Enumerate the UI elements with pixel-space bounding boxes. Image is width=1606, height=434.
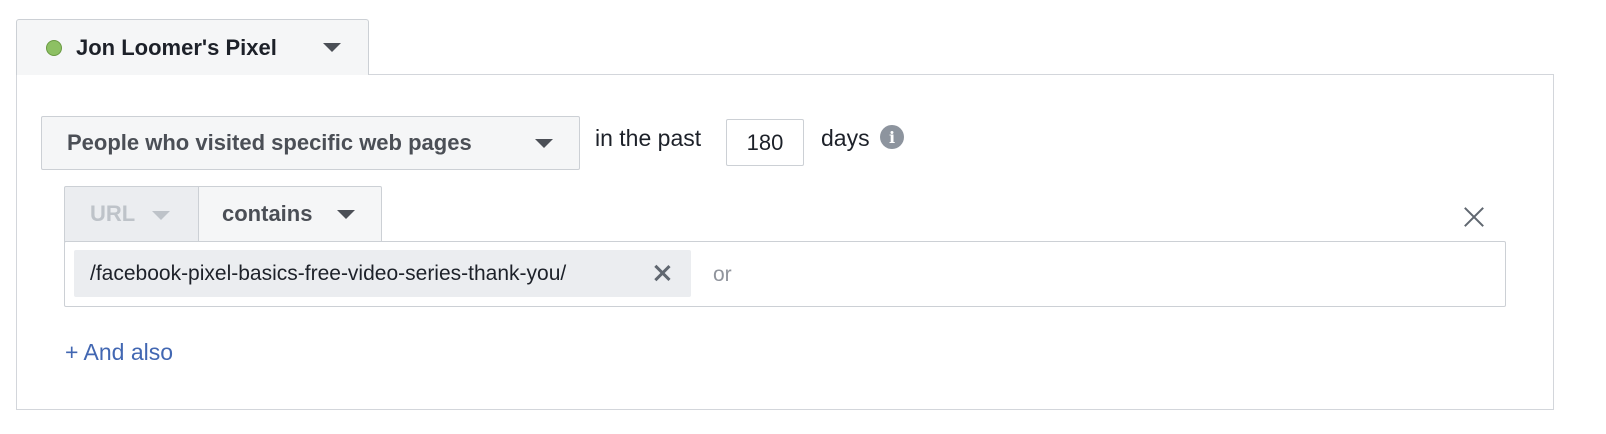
operator-label: contains <box>222 201 313 226</box>
url-token-label: /facebook-pixel-basics-free-video-series… <box>90 261 567 285</box>
pixel-selector-dropdown[interactable]: Jon Loomer's Pixel <box>16 19 369 75</box>
audience-type-dropdown[interactable]: People who visited specific web pages <box>41 116 580 170</box>
remove-condition-close-icon[interactable] <box>1461 204 1487 230</box>
pixel-name: Jon Loomer's Pixel <box>76 34 277 60</box>
audience-type-label: People who visited specific web pages <box>67 130 472 155</box>
operator-dropdown[interactable]: contains <box>198 186 382 242</box>
retention-days-input[interactable] <box>726 119 804 166</box>
caret-down-icon <box>152 211 170 220</box>
caret-down-icon <box>337 210 355 219</box>
remove-token-close-icon[interactable] <box>653 264 671 282</box>
status-dot-icon <box>46 39 62 56</box>
info-icon[interactable]: i <box>880 125 904 149</box>
and-also-link[interactable]: + And also <box>65 339 173 366</box>
url-field-label: URL <box>90 201 136 226</box>
caret-down-icon <box>323 43 341 52</box>
url-token: /facebook-pixel-basics-free-video-series… <box>74 250 691 297</box>
token-input-placeholder[interactable]: or <box>713 263 732 287</box>
in-the-past-label: in the past <box>595 125 702 151</box>
days-label: days <box>821 125 870 151</box>
caret-down-icon <box>535 139 553 148</box>
url-token-input[interactable]: /facebook-pixel-basics-free-video-series… <box>64 241 1506 307</box>
url-field-dropdown: URL <box>64 186 199 242</box>
